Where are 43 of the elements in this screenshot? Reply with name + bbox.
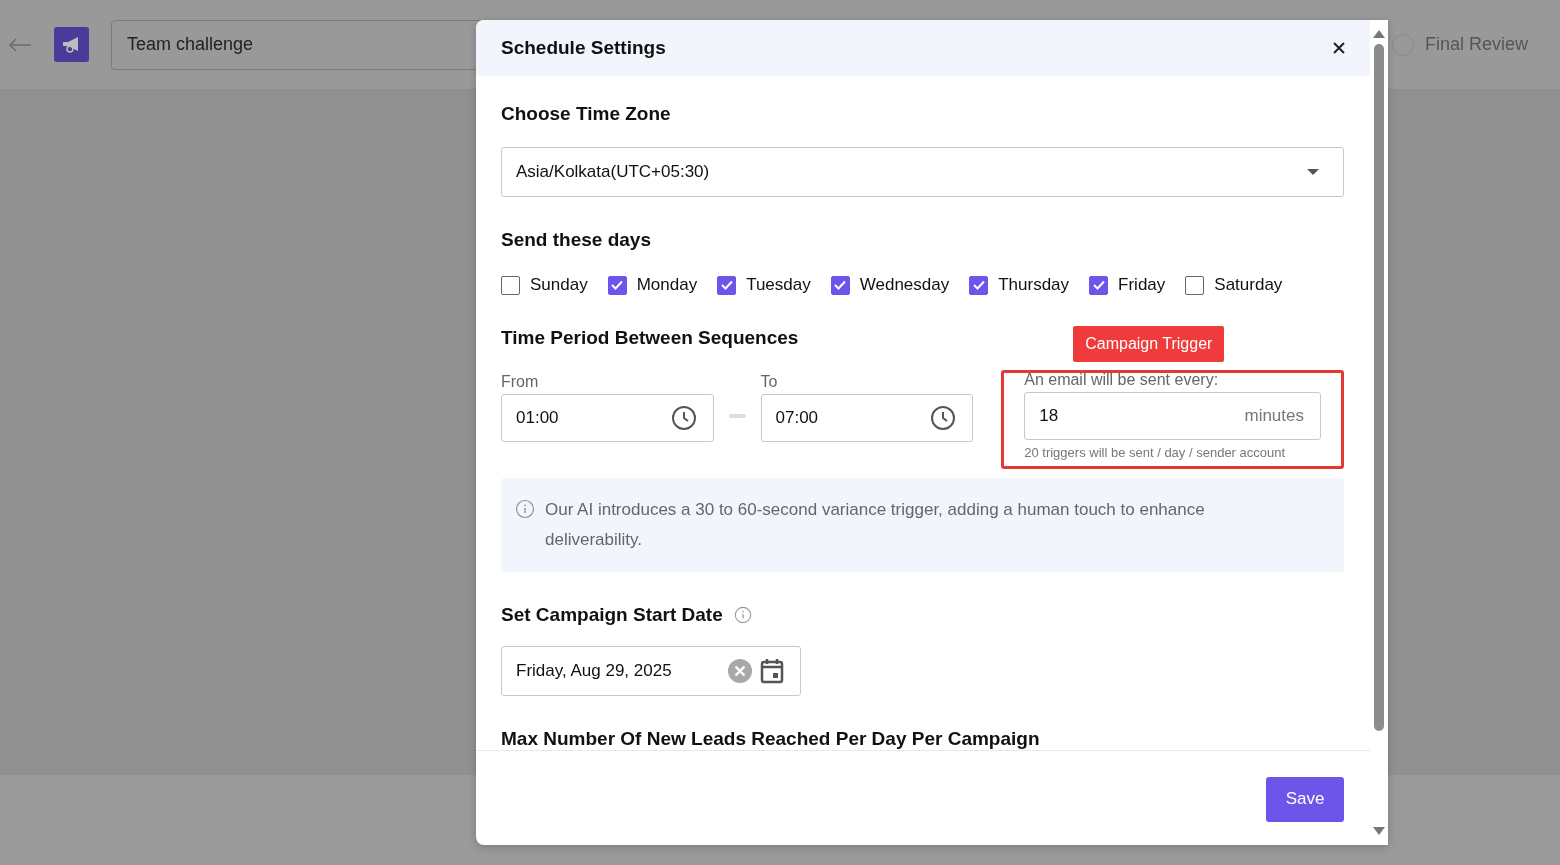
day-label: Tuesday bbox=[746, 275, 811, 295]
close-icon[interactable] bbox=[1332, 41, 1346, 55]
dialog-title: Schedule Settings bbox=[501, 37, 666, 59]
start-date-field[interactable]: Friday, Aug 29, 2025 bbox=[501, 646, 801, 696]
interval-label: An email will be sent every: bbox=[1024, 371, 1220, 389]
trigger-note: 20 triggers will be sent / day / sender account bbox=[1024, 445, 1287, 460]
scroll-down-arrow-icon[interactable] bbox=[1373, 827, 1385, 835]
info-icon[interactable] bbox=[733, 606, 752, 624]
scroll-up-arrow-icon[interactable] bbox=[1373, 30, 1385, 38]
day-label: Friday bbox=[1118, 275, 1166, 295]
to-time-field[interactable]: 07:00 bbox=[760, 394, 974, 442]
from-label: From bbox=[501, 373, 540, 391]
save-button[interactable]: Save bbox=[1266, 776, 1344, 822]
to-label: To bbox=[760, 373, 779, 391]
section-heading: Max Number Of New Leads Reached Per Day Per Campaign bbox=[501, 728, 1040, 750]
dropdown-caret-icon bbox=[1307, 169, 1319, 175]
day-checkbox[interactable] bbox=[607, 275, 627, 295]
section-heading: Set Campaign Start Date bbox=[501, 604, 723, 626]
day-checkbox[interactable] bbox=[501, 275, 520, 295]
section-heading: Choose Time Zone bbox=[501, 103, 671, 125]
time-zone-dropdown[interactable]: Asia/Kolkata(UTC+05:30) bbox=[501, 147, 1344, 197]
section-heading: Time Period Between Sequences bbox=[501, 327, 799, 349]
campaign-trigger-badge: Campaign Trigger bbox=[1073, 326, 1225, 362]
from-time-field[interactable]: 01:00 bbox=[501, 394, 714, 442]
day-checkbox[interactable] bbox=[830, 275, 850, 295]
day-label: Saturday bbox=[1214, 275, 1283, 295]
interval-field[interactable]: 18 minutes bbox=[1024, 392, 1321, 440]
scrollbar[interactable] bbox=[1370, 20, 1388, 845]
day-checkbox[interactable] bbox=[1089, 275, 1109, 295]
section-heading: Send these days bbox=[501, 229, 651, 251]
day-checkbox[interactable] bbox=[1185, 275, 1205, 295]
clock-icon bbox=[930, 405, 957, 431]
info-icon bbox=[515, 499, 535, 519]
day-checkbox[interactable] bbox=[717, 275, 737, 295]
day-label: Monday bbox=[636, 275, 698, 295]
day-label: Thursday bbox=[998, 275, 1070, 295]
info-text: Our AI introduces a 30 to 60-second variance trigger, adding a human touch to enhance deliverability. bbox=[545, 499, 1206, 551]
clock-icon bbox=[670, 405, 697, 431]
calendar-icon[interactable] bbox=[760, 658, 784, 684]
day-label: Sunday bbox=[530, 275, 588, 295]
megaphone-logo-icon bbox=[54, 27, 89, 62]
day-label: Wednesday bbox=[859, 275, 950, 295]
day-checkbox[interactable] bbox=[969, 275, 989, 295]
